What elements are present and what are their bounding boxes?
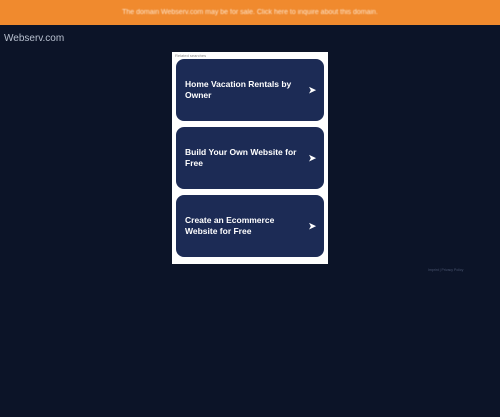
chevron-right-icon: ➤	[308, 220, 316, 231]
related-link-title: Home Vacation Rentals by Owner	[185, 79, 292, 100]
chevron-right-icon: ➤	[308, 152, 316, 163]
related-link-3[interactable]: Create an Ecommerce Website for Free ➤	[176, 195, 324, 257]
banner-text[interactable]: The domain Webserv.com may be for sale. …	[122, 9, 378, 16]
related-link-title: Create an Ecommerce Website for Free	[185, 215, 275, 236]
related-searches-panel: Related searches Home Vacation Rentals b…	[172, 52, 328, 264]
footer-links[interactable]: Imprint | Privacy Policy	[428, 268, 463, 272]
related-link-title: Build Your Own Website for Free	[185, 147, 297, 168]
related-link-1[interactable]: Home Vacation Rentals by Owner ➤	[176, 59, 324, 121]
domain-sale-banner[interactable]: The domain Webserv.com may be for sale. …	[0, 0, 500, 25]
panel-label: Related searches	[175, 53, 207, 58]
chevron-right-icon: ➤	[308, 84, 316, 95]
site-name: Webserv.com	[4, 33, 65, 44]
related-link-2[interactable]: Build Your Own Website for Free ➤	[176, 127, 324, 189]
